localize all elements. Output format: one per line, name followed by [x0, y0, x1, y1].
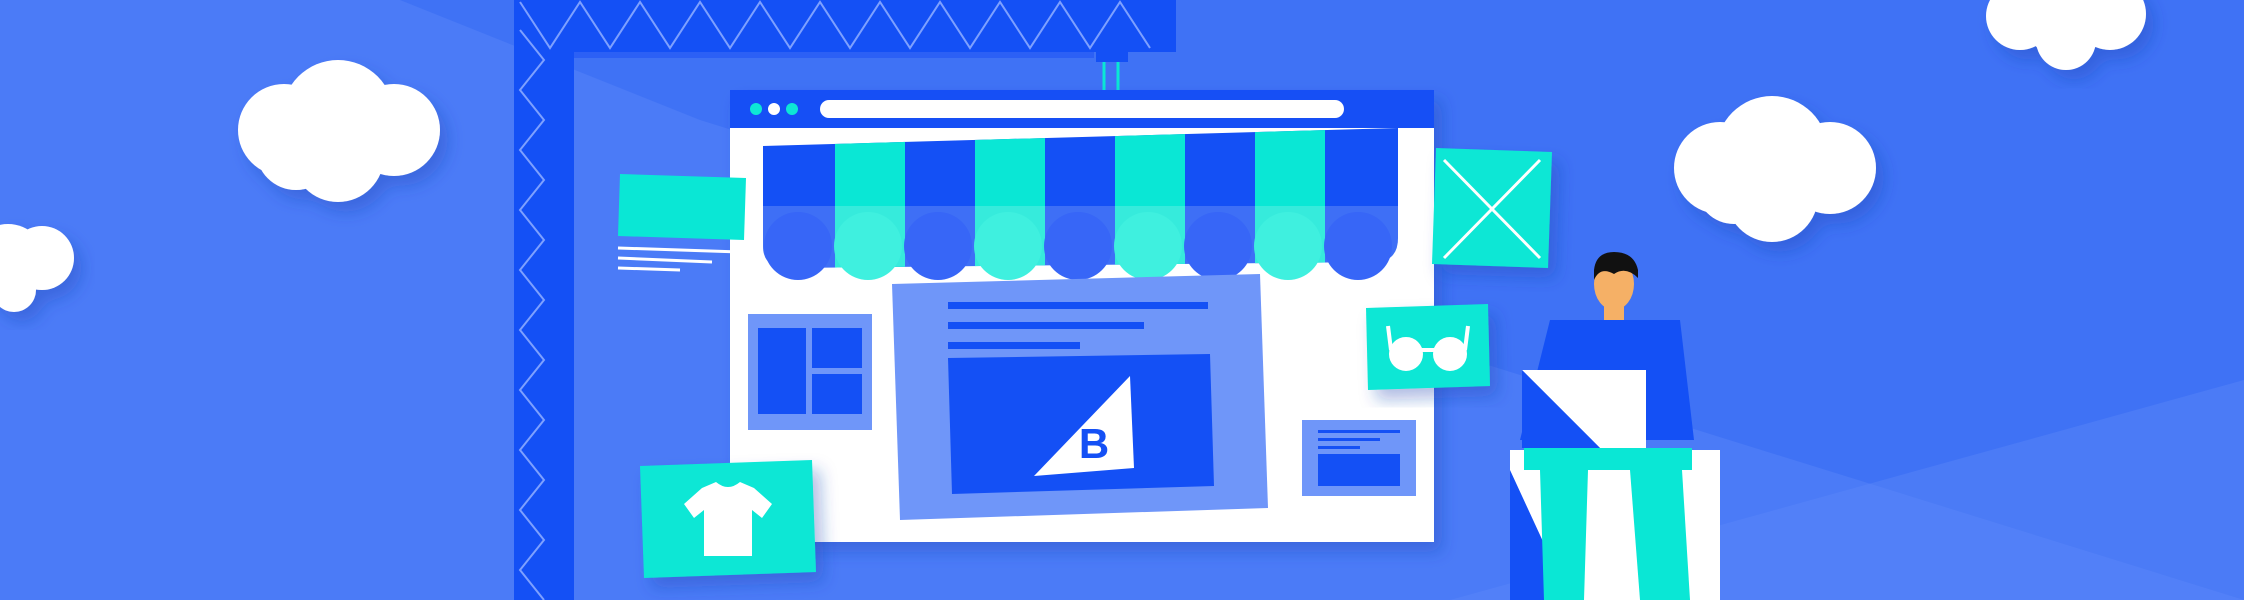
tshirt-card — [640, 460, 816, 578]
image-placeholder-icon — [1432, 148, 1552, 268]
awning-scallops — [764, 212, 1392, 280]
logo-letter: B — [1079, 420, 1109, 467]
mini-card-widget — [1302, 420, 1416, 496]
product-panel: B — [892, 274, 1268, 520]
address-bar — [820, 100, 1344, 118]
glasses-card — [1366, 304, 1490, 390]
layout-grid-widget — [748, 314, 872, 430]
storefront-illustration: B — [0, 0, 2244, 600]
illustration-canvas: B — [0, 0, 2244, 600]
